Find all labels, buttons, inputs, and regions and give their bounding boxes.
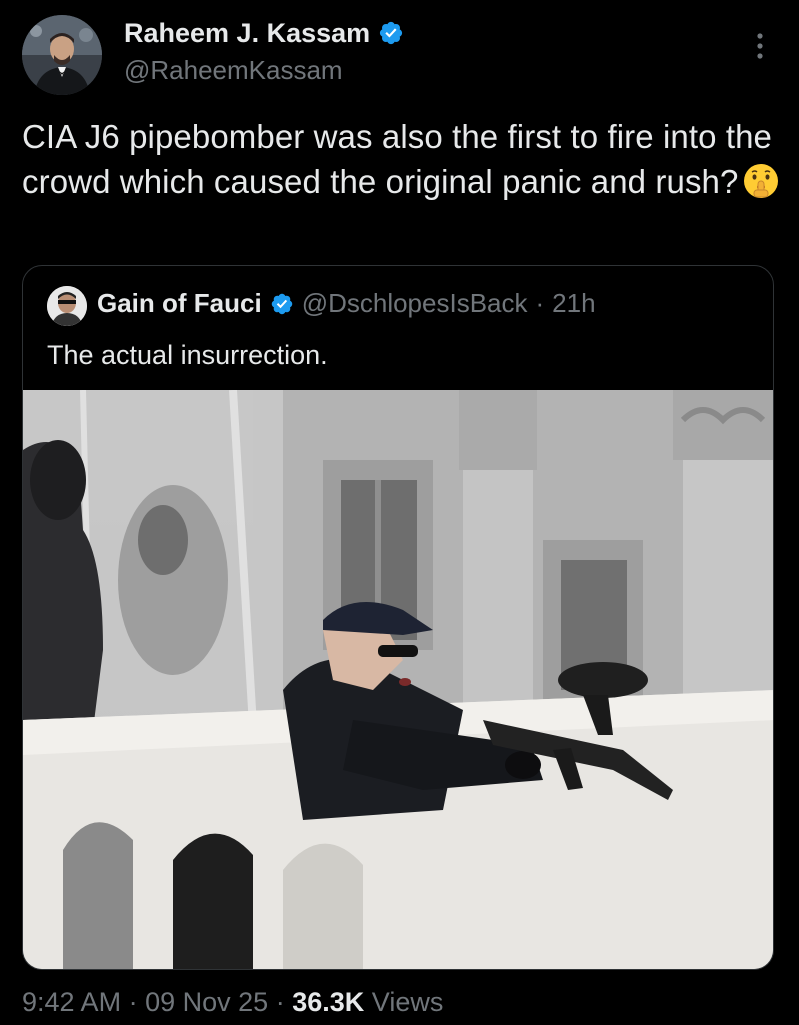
meta-separator: · <box>128 987 138 1017</box>
officer-paintball-photo <box>23 390 773 969</box>
quoted-separator: · <box>535 288 545 318</box>
tweet-text: CIA J6 pipebomber was also the first to … <box>22 114 782 204</box>
quoted-handle[interactable]: @DschlopesIsBack <box>302 288 528 319</box>
tweet-time[interactable]: 9:42 AM <box>22 987 121 1017</box>
quoted-media-photo[interactable] <box>23 390 773 969</box>
tweet-date[interactable]: 09 Nov 25 <box>145 987 268 1017</box>
tweet: Raheem J. Kassam @RaheemKassam CIA J6 pi… <box>0 0 799 1025</box>
views-label: Views <box>371 987 444 1017</box>
more-options-icon[interactable] <box>748 28 772 64</box>
quoted-text: The actual insurrection. <box>47 340 328 370</box>
author-display-name[interactable]: Raheem J. Kassam <box>124 16 370 50</box>
verified-badge-icon[interactable] <box>378 20 404 46</box>
quoted-display-name[interactable]: Gain of Fauci <box>97 288 262 319</box>
author-handle[interactable]: @RaheemKassam <box>124 54 343 86</box>
tweet-text-content: CIA J6 pipebomber was also the first to … <box>22 118 773 200</box>
views-count[interactable]: 36.3K <box>292 987 364 1017</box>
shushing-face-emoji-icon <box>742 162 780 200</box>
author-name-row: Raheem J. Kassam <box>124 16 404 50</box>
quoted-author-avatar[interactable] <box>47 286 87 326</box>
tweet-meta: 9:42 AM · 09 Nov 25 · 36.3K Views <box>22 984 443 1020</box>
author-avatar[interactable] <box>22 15 102 95</box>
quoted-timestamp[interactable]: 21h <box>552 288 595 319</box>
quoted-header: Gain of Fauci @DschlopesIsBack · 21h <box>97 288 596 319</box>
author-avatar-image <box>22 15 102 95</box>
meta-separator: · <box>275 987 285 1017</box>
quoted-avatar-image <box>47 286 87 326</box>
quoted-tweet-card[interactable]: Gain of Fauci @DschlopesIsBack · 21h The… <box>22 265 774 970</box>
quoted-verified-badge-icon <box>270 292 294 316</box>
